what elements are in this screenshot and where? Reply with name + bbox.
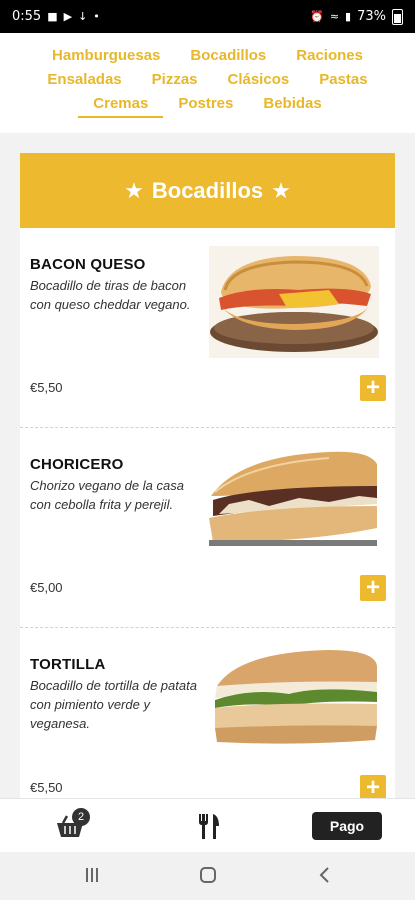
add-to-cart-button[interactable]: + <box>360 775 386 798</box>
recent-apps-icon[interactable] <box>83 866 101 884</box>
alarm-icon: ⏰ <box>310 10 324 23</box>
nav-item-postres[interactable]: Postres <box>163 92 248 118</box>
home-icon[interactable] <box>199 866 217 884</box>
product-price: €5,50 <box>30 380 63 395</box>
system-nav-bar <box>0 852 415 900</box>
status-time: 0:55 <box>12 9 42 24</box>
status-right: ⏰ ≈ ▮ 73% <box>310 8 403 25</box>
product-description: Chorizo vegano de la casa con cebolla fr… <box>30 478 184 512</box>
product-name: CHORICERO <box>30 456 124 473</box>
section-header: ★ Bocadillos ★ <box>20 153 395 228</box>
product-item[interactable]: CHORICERO Chorizo vegano de la casa con … <box>20 428 395 628</box>
menu-content[interactable]: ★ Bocadillos ★ BACON QUESO Bocadillo de … <box>0 133 415 798</box>
star-icon: ★ <box>271 177 291 203</box>
nav-row: Cremas Postres Bebidas <box>0 92 415 118</box>
bottom-bar: 2 Pago <box>0 798 415 852</box>
product-description: Bocadillo de tiras de bacon con queso ch… <box>30 278 191 312</box>
product-image <box>209 446 379 558</box>
product-description: Bocadillo de tortilla de patata con pimi… <box>30 678 197 731</box>
pay-button[interactable]: Pago <box>312 812 382 840</box>
plus-icon: + <box>365 774 380 799</box>
product-image <box>209 646 379 758</box>
wifi-icon: ≈ <box>329 10 340 23</box>
status-left: 0:55 ■ ▶ ↓ • <box>12 9 100 24</box>
plus-icon: + <box>365 374 380 401</box>
nav-item-pizzas[interactable]: Pizzas <box>137 68 213 92</box>
product-price: €5,50 <box>30 780 63 795</box>
cutlery-icon[interactable] <box>196 812 222 840</box>
nav-row: Hamburguesas Bocadillos Raciones <box>0 33 415 68</box>
add-to-cart-button[interactable]: + <box>360 575 386 601</box>
nav-item-ensaladas[interactable]: Ensaladas <box>32 68 136 92</box>
status-bar: 0:55 ■ ▶ ↓ • ⏰ ≈ ▮ 73% <box>0 0 415 33</box>
dot-icon: • <box>93 10 100 23</box>
cart-count-badge: 2 <box>72 808 90 826</box>
battery-icon <box>392 8 403 25</box>
product-image <box>209 246 379 358</box>
nav-row: Ensaladas Pizzas Clásicos Pastas <box>0 68 415 92</box>
bag-icon: ■ <box>47 10 58 23</box>
download-icon: ↓ <box>78 10 88 23</box>
back-icon[interactable] <box>316 866 334 884</box>
youtube-icon: ▶ <box>63 10 73 23</box>
category-nav: Hamburguesas Bocadillos Raciones Ensalad… <box>0 33 415 133</box>
product-item[interactable]: BACON QUESO Bocadillo de tiras de bacon … <box>20 228 395 428</box>
plus-icon: + <box>365 574 380 601</box>
section-card: ★ Bocadillos ★ BACON QUESO Bocadillo de … <box>20 153 395 798</box>
add-to-cart-button[interactable]: + <box>360 375 386 401</box>
nav-item-raciones[interactable]: Raciones <box>281 44 378 68</box>
signal-icon: ▮ <box>345 10 352 23</box>
nav-item-hamburguesas[interactable]: Hamburguesas <box>37 44 175 68</box>
nav-item-clasicos[interactable]: Clásicos <box>213 68 305 92</box>
product-price: €5,00 <box>30 580 63 595</box>
star-icon: ★ <box>124 177 144 203</box>
nav-item-bebidas[interactable]: Bebidas <box>248 92 336 118</box>
product-name: TORTILLA <box>30 656 106 673</box>
product-item[interactable]: TORTILLA Bocadillo de tortilla de patata… <box>20 628 395 798</box>
battery-percent: 73% <box>357 9 386 24</box>
nav-item-bocadillos[interactable]: Bocadillos <box>175 44 281 68</box>
product-name: BACON QUESO <box>30 256 146 273</box>
nav-item-pastas[interactable]: Pastas <box>304 68 382 92</box>
nav-item-cremas[interactable]: Cremas <box>78 92 164 118</box>
section-title: Bocadillos <box>151 177 264 203</box>
